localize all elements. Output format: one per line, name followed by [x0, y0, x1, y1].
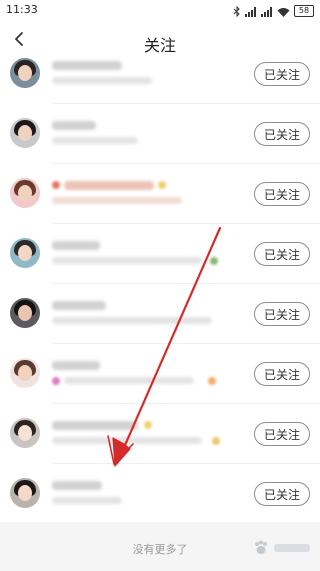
- status-time: 11:33: [6, 3, 38, 16]
- paw-icon: [255, 540, 267, 554]
- list-item[interactable]: 已关注: [0, 104, 320, 164]
- avatar[interactable]: [10, 238, 40, 268]
- avatar[interactable]: [10, 478, 40, 508]
- following-button[interactable]: 已关注: [254, 482, 310, 506]
- status-icons: 58: [233, 4, 314, 18]
- following-button[interactable]: 已关注: [254, 62, 310, 86]
- watermark-logo: [252, 538, 310, 558]
- avatar[interactable]: [10, 58, 40, 88]
- avatar[interactable]: [10, 298, 40, 328]
- list-item[interactable]: 已关注: [0, 344, 320, 404]
- following-button[interactable]: 已关注: [254, 362, 310, 386]
- avatar[interactable]: [10, 118, 40, 148]
- avatar[interactable]: [10, 358, 40, 388]
- bluetooth-icon: [233, 2, 241, 21]
- following-button[interactable]: 已关注: [254, 122, 310, 146]
- list-item[interactable]: 已关注: [0, 284, 320, 344]
- following-button[interactable]: 已关注: [254, 302, 310, 326]
- battery-icon: 58: [294, 5, 314, 17]
- list-item[interactable]: 已关注: [0, 224, 320, 284]
- signal-icon: [261, 2, 273, 21]
- signal-icon: [245, 2, 257, 21]
- battery-level: 58: [298, 6, 310, 15]
- list-item[interactable]: 已关注: [0, 404, 320, 464]
- following-button[interactable]: 已关注: [254, 182, 310, 206]
- list-footer: 没有更多了: [0, 522, 320, 571]
- avatar[interactable]: [10, 418, 40, 448]
- status-bar: 11:33 58: [0, 0, 320, 22]
- list-item[interactable]: 已关注: [0, 464, 320, 524]
- following-button[interactable]: 已关注: [254, 242, 310, 266]
- list-item[interactable]: 已关注: [0, 164, 320, 224]
- wifi-icon: [277, 2, 290, 21]
- list-item[interactable]: 已关注: [0, 44, 320, 104]
- follow-list: 已关注 已关注 已关注 已关注 已关注 已关注 已关注 已关注: [0, 44, 320, 524]
- following-button[interactable]: 已关注: [254, 422, 310, 446]
- avatar[interactable]: [10, 178, 40, 208]
